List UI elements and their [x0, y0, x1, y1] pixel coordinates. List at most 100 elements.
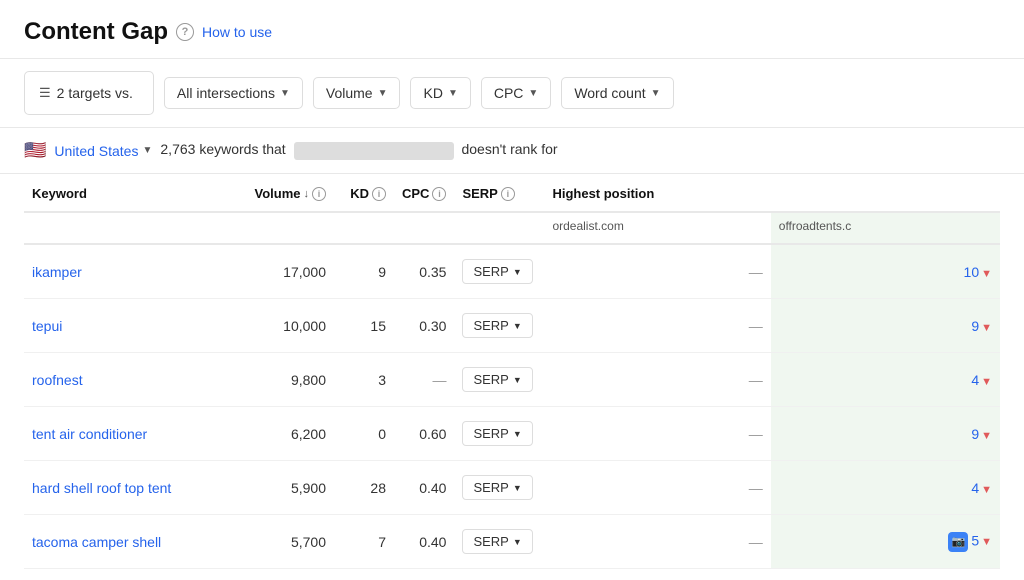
- kd-col-header: KD i: [334, 174, 394, 212]
- serp-cell: SERP ▼: [454, 515, 544, 569]
- serp-button[interactable]: SERP ▼: [462, 313, 532, 338]
- cpc-info-icon[interactable]: i: [432, 187, 446, 201]
- domain2-header: offroadtents.c: [771, 212, 1000, 244]
- flag-icon: 🇺🇸: [24, 140, 46, 161]
- sort-icon: ↓: [304, 188, 310, 200]
- cpc-cell: 0.35: [394, 244, 454, 299]
- volume-info-icon[interactable]: i: [312, 187, 326, 201]
- domain1-position-cell: —: [544, 407, 770, 461]
- header: Content Gap ? How to use: [0, 0, 1024, 59]
- serp-cell: SERP ▼: [454, 407, 544, 461]
- domain2-position-cell: 10▼: [771, 244, 1000, 299]
- keyword-link[interactable]: roofnest: [32, 372, 83, 388]
- intersections-dropdown[interactable]: All intersections ▼: [164, 77, 303, 109]
- keyword-link[interactable]: tacoma camper shell: [32, 534, 161, 550]
- cpc-label: CPC: [494, 85, 524, 101]
- kd-cell: 15: [334, 299, 394, 353]
- how-to-use-link[interactable]: How to use: [202, 24, 272, 40]
- serp-info-icon[interactable]: i: [501, 187, 515, 201]
- volume-cell: 6,200: [244, 407, 334, 461]
- kd-cell: 28: [334, 461, 394, 515]
- keyword-cell: tacoma camper shell: [24, 515, 244, 569]
- keyword-cell: tent air conditioner: [24, 407, 244, 461]
- intersections-label: All intersections: [177, 85, 275, 101]
- volume-cell: 10,000: [244, 299, 334, 353]
- country-selector[interactable]: United States ▼: [54, 143, 152, 159]
- serp-col-header: SERP i: [454, 174, 544, 212]
- domain2-position-cell: 4▼: [771, 461, 1000, 515]
- chevron-down-icon: ▼: [280, 88, 290, 99]
- keyword-count-text: 2,763 keywords that doesn't rank for: [160, 141, 557, 159]
- serp-button[interactable]: SERP ▼: [462, 529, 532, 554]
- trend-icon: ▼: [981, 536, 992, 548]
- keyword-count: 2,763: [160, 141, 195, 157]
- trend-icon: ▼: [981, 484, 992, 496]
- page: Content Gap ? How to use ☰ 2 targets vs.…: [0, 0, 1024, 580]
- keyword-cell: ikamper: [24, 244, 244, 299]
- keyword-link[interactable]: hard shell roof top tent: [32, 480, 171, 496]
- cpc-cell: 0.40: [394, 515, 454, 569]
- serp-cell: SERP ▼: [454, 461, 544, 515]
- serp-button[interactable]: SERP ▼: [462, 475, 532, 500]
- volume-dropdown[interactable]: Volume ▼: [313, 77, 401, 109]
- kd-cell: 0: [334, 407, 394, 461]
- domain2-position-value: 9: [971, 426, 979, 442]
- doesnt-rank-text: doesn't rank for: [461, 141, 557, 157]
- cpc-dropdown[interactable]: CPC ▼: [481, 77, 551, 109]
- keyword-link[interactable]: tent air conditioner: [32, 426, 147, 442]
- keyword-link[interactable]: ikamper: [32, 264, 82, 280]
- trend-icon: ▼: [981, 430, 992, 442]
- filter-icon: ☰: [39, 85, 51, 101]
- domain2-icon-badge: 📷: [948, 532, 968, 552]
- volume-cell: 5,700: [244, 515, 334, 569]
- domain1-position-cell: —: [544, 353, 770, 407]
- trend-icon: ▼: [981, 268, 992, 280]
- targets-label: 2 targets vs.: [57, 85, 133, 101]
- serp-button[interactable]: SERP ▼: [462, 367, 532, 392]
- table-row: tacoma camper shell 5,70070.40 SERP ▼ —📷5▼: [24, 515, 1000, 569]
- serp-button[interactable]: SERP ▼: [462, 259, 532, 284]
- page-title: Content Gap: [24, 18, 168, 46]
- volume-label: Volume: [326, 85, 373, 101]
- blurred-domain: [294, 142, 454, 160]
- volume-cell: 9,800: [244, 353, 334, 407]
- kd-dropdown[interactable]: KD ▼: [410, 77, 470, 109]
- domain2-position-cell: 📷5▼: [771, 515, 1000, 569]
- targets-filter-button[interactable]: ☰ 2 targets vs.: [24, 71, 154, 115]
- domain1-position-cell: —: [544, 515, 770, 569]
- table-row: roofnest9,8003—SERP ▼—4▼: [24, 353, 1000, 407]
- trend-icon: ▼: [981, 376, 992, 388]
- kd-label: KD: [423, 85, 442, 101]
- volume-cell: 17,000: [244, 244, 334, 299]
- table-row: tent air conditioner 6,20000.60 SERP ▼ — 9▼: [24, 407, 1000, 461]
- volume-col-header: Volume ↓ i: [244, 174, 334, 212]
- table-row: hard shell roof top tent5,900280.40SERP …: [24, 461, 1000, 515]
- table-row: ikamper17,00090.35SERP ▼—10▼: [24, 244, 1000, 299]
- serp-cell: SERP ▼: [454, 299, 544, 353]
- word-count-dropdown[interactable]: Word count ▼: [561, 77, 673, 109]
- chevron-down-icon: ▼: [448, 88, 458, 99]
- sub-header: 🇺🇸 United States ▼ 2,763 keywords that d…: [0, 128, 1024, 174]
- domain2-position-value: 10: [964, 264, 980, 280]
- help-icon[interactable]: ?: [176, 23, 194, 41]
- table-body: ikamper17,00090.35SERP ▼—10▼tepui10,0001…: [24, 244, 1000, 569]
- domain2-position-value: 4: [971, 372, 979, 388]
- chevron-down-icon: ▼: [528, 88, 538, 99]
- domain-header-row: ordealist.com offroadtents.c: [24, 212, 1000, 244]
- kd-cell: 7: [334, 515, 394, 569]
- serp-cell: SERP ▼: [454, 244, 544, 299]
- chevron-down-icon: ▼: [378, 88, 388, 99]
- domain1-position-cell: —: [544, 299, 770, 353]
- kd-cell: 9: [334, 244, 394, 299]
- cpc-cell: 0.60: [394, 407, 454, 461]
- kd-info-icon[interactable]: i: [372, 187, 386, 201]
- word-count-label: Word count: [574, 85, 645, 101]
- domain2-position-cell: 4▼: [771, 353, 1000, 407]
- domain2-position-cell: 9▼: [771, 299, 1000, 353]
- keyword-link[interactable]: tepui: [32, 318, 62, 334]
- serp-button[interactable]: SERP ▼: [462, 421, 532, 446]
- chevron-down-icon: ▼: [142, 145, 152, 156]
- cpc-cell: 0.40: [394, 461, 454, 515]
- domain1-position-cell: —: [544, 461, 770, 515]
- domain1-header: ordealist.com: [544, 212, 770, 244]
